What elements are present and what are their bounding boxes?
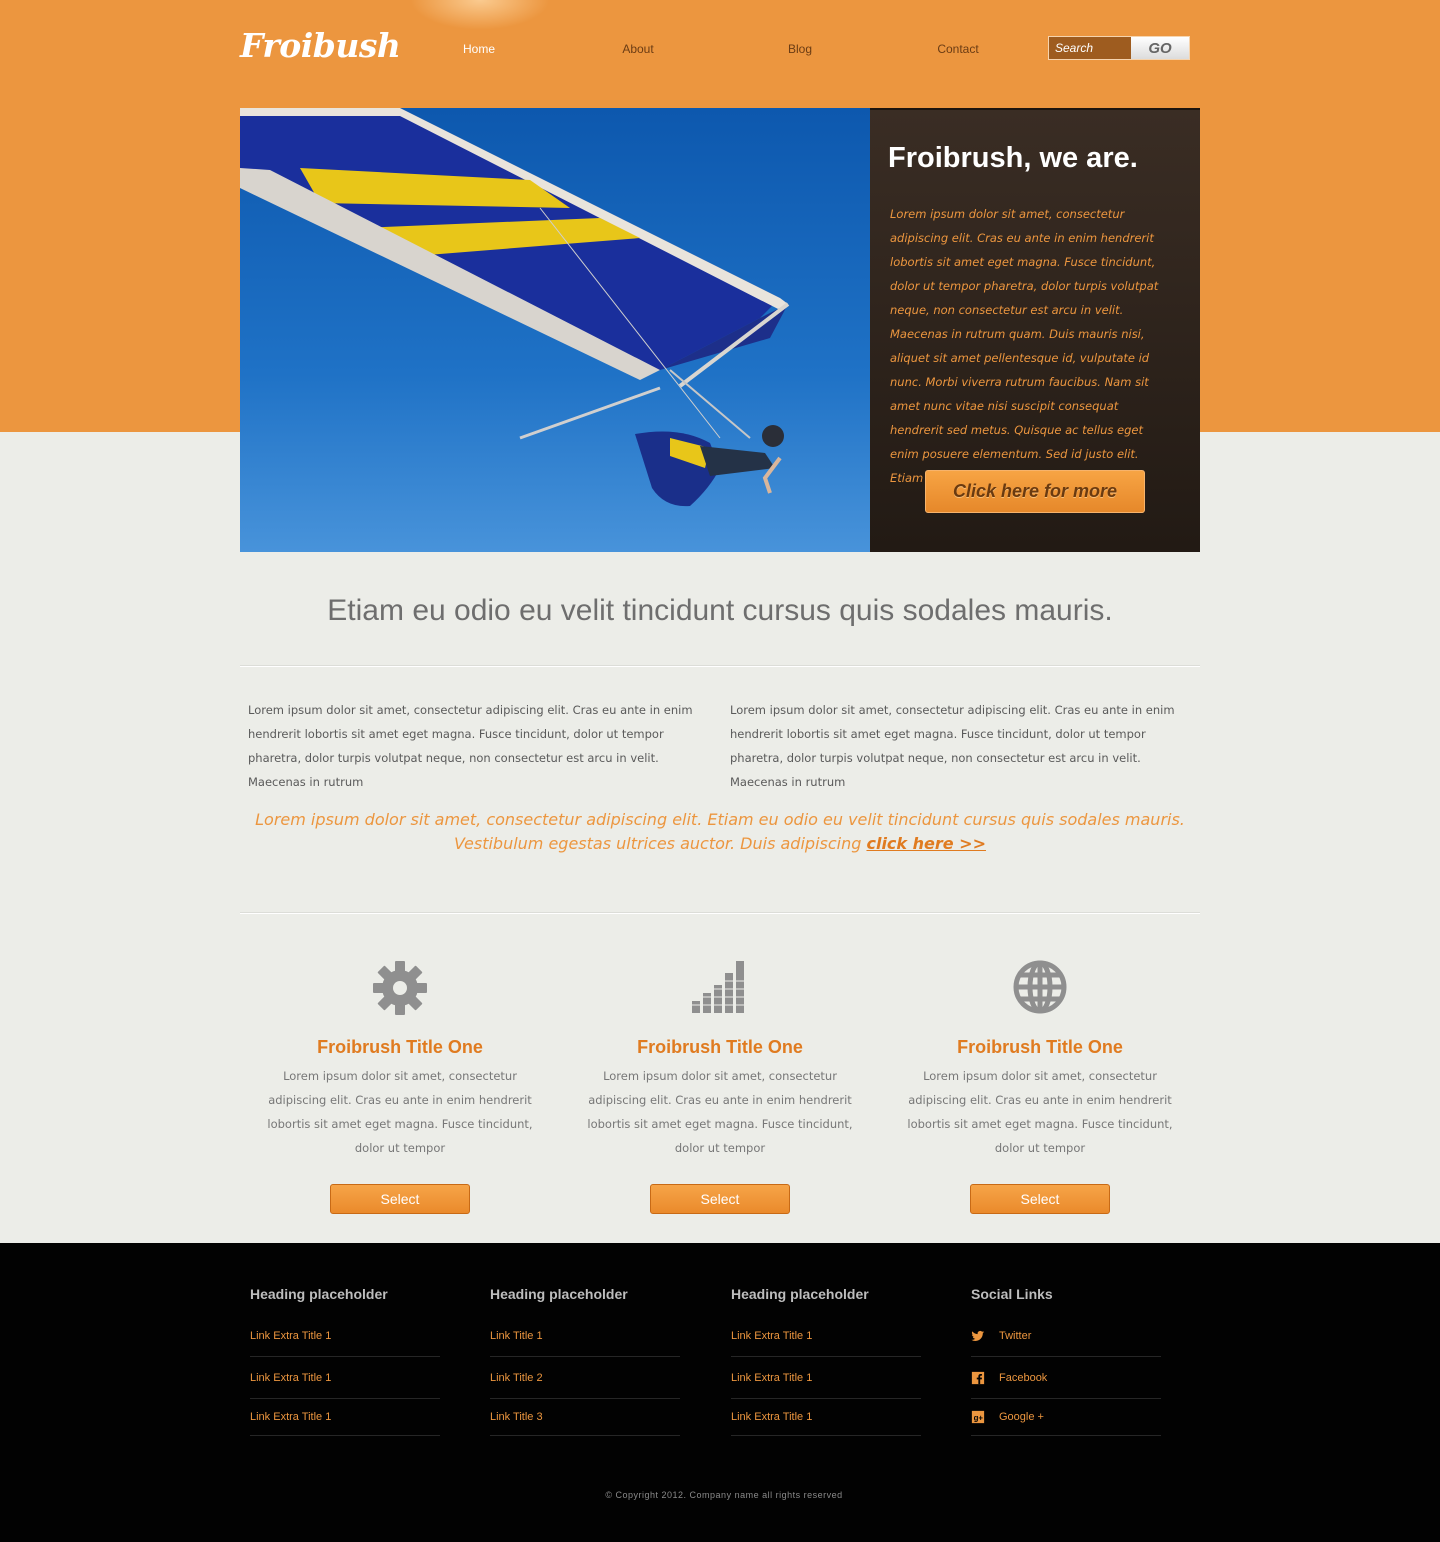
hero-panel: Froibrush, we are. Lorem ipsum dolor sit… (870, 108, 1200, 552)
search-input[interactable] (1049, 37, 1131, 59)
click-here-link[interactable]: click here >> (866, 834, 986, 853)
nav-blog[interactable]: Blog (788, 42, 812, 56)
footer-link[interactable]: Link Title 2 (490, 1357, 680, 1399)
footer-link[interactable]: Link Extra Title 1 (250, 1312, 440, 1357)
hero-text: Lorem ipsum dolor sit amet, consectetur … (890, 207, 1159, 485)
svg-text:g+: g+ (974, 1414, 984, 1423)
select-button[interactable]: Select (970, 1184, 1110, 1214)
footer-link[interactable]: Link Extra Title 1 (250, 1399, 440, 1436)
footer-column: Heading placeholder Link Title 1 Link Ti… (490, 1286, 680, 1436)
google-plus-link[interactable]: g+ Google + (971, 1399, 1161, 1436)
search-go-button[interactable]: GO (1131, 37, 1189, 59)
twitter-link[interactable]: Twitter (971, 1312, 1161, 1357)
feature-text: Lorem ipsum dolor sit amet, consectetur … (267, 1069, 533, 1155)
hero-image (240, 108, 870, 552)
divider (240, 666, 1200, 667)
footer-column: Heading placeholder Link Extra Title 1 L… (731, 1286, 921, 1436)
divider (240, 913, 1200, 914)
footer-social-column: Social Links Twitter Facebook g+ Google … (971, 1286, 1161, 1436)
social-label: Google + (999, 1411, 1044, 1423)
footer-heading: Heading placeholder (250, 1286, 388, 1302)
footer-link[interactable]: Link Extra Title 1 (731, 1357, 921, 1399)
footer-heading: Social Links (971, 1286, 1053, 1302)
footer-link[interactable]: Link Title 3 (490, 1399, 680, 1436)
gear-icon (373, 961, 427, 1015)
social-label: Twitter (999, 1329, 1032, 1342)
feature-card: Froibrush Title One Lorem ipsum dolor si… (890, 955, 1190, 1214)
intro-column-left: Lorem ipsum dolor sit amet, consectetur … (248, 703, 693, 789)
footer-link[interactable]: Link Extra Title 1 (250, 1357, 440, 1399)
facebook-link[interactable]: Facebook (971, 1357, 1161, 1399)
intro-quote: Lorem ipsum dolor sit amet, consectetur … (240, 808, 1200, 856)
feature-text: Lorem ipsum dolor sit amet, consectetur … (587, 1069, 853, 1155)
footer-heading: Heading placeholder (731, 1286, 869, 1302)
feature-title: Froibrush Title One (637, 1037, 803, 1057)
intro-heading: Etiam eu odio eu velit tincidunt cursus … (327, 594, 1113, 627)
hero-title: Froibrush, we are. (888, 142, 1138, 174)
feature-text: Lorem ipsum dolor sit amet, consectetur … (907, 1069, 1173, 1155)
social-label: Facebook (999, 1371, 1048, 1384)
nav-home[interactable]: Home (463, 42, 495, 56)
feature-card: Froibrush Title One Lorem ipsum dolor si… (570, 955, 870, 1214)
google-plus-icon: g+ (971, 1410, 985, 1424)
footer-link[interactable]: Link Title 1 (490, 1312, 680, 1357)
logo[interactable]: Froibush (240, 26, 401, 65)
globe-icon (1013, 960, 1067, 1014)
nav-about[interactable]: About (622, 42, 653, 56)
signal-bars-icon (690, 961, 750, 1013)
footer-link[interactable]: Link Extra Title 1 (731, 1312, 921, 1357)
facebook-icon (971, 1371, 985, 1384)
twitter-icon (971, 1330, 985, 1341)
search-form: GO (1048, 36, 1190, 60)
quote-text: Lorem ipsum dolor sit amet, consectetur … (255, 810, 1185, 853)
footer-link[interactable]: Link Extra Title 1 (731, 1399, 921, 1436)
nav-contact[interactable]: Contact (937, 42, 978, 56)
select-button[interactable]: Select (650, 1184, 790, 1214)
feature-card: Froibrush Title One Lorem ipsum dolor si… (250, 955, 550, 1214)
feature-title: Froibrush Title One (957, 1037, 1123, 1057)
intro-column-right: Lorem ipsum dolor sit amet, consectetur … (730, 703, 1175, 789)
select-button[interactable]: Select (330, 1184, 470, 1214)
footer-column: Heading placeholder Link Extra Title 1 L… (250, 1286, 440, 1436)
copyright: © Copyright 2012. Company name all right… (605, 1490, 843, 1500)
click-here-for-more-button[interactable]: Click here for more (925, 470, 1145, 513)
footer-heading: Heading placeholder (490, 1286, 628, 1302)
feature-title: Froibrush Title One (317, 1037, 483, 1057)
hang-glider-illustration (240, 108, 870, 552)
